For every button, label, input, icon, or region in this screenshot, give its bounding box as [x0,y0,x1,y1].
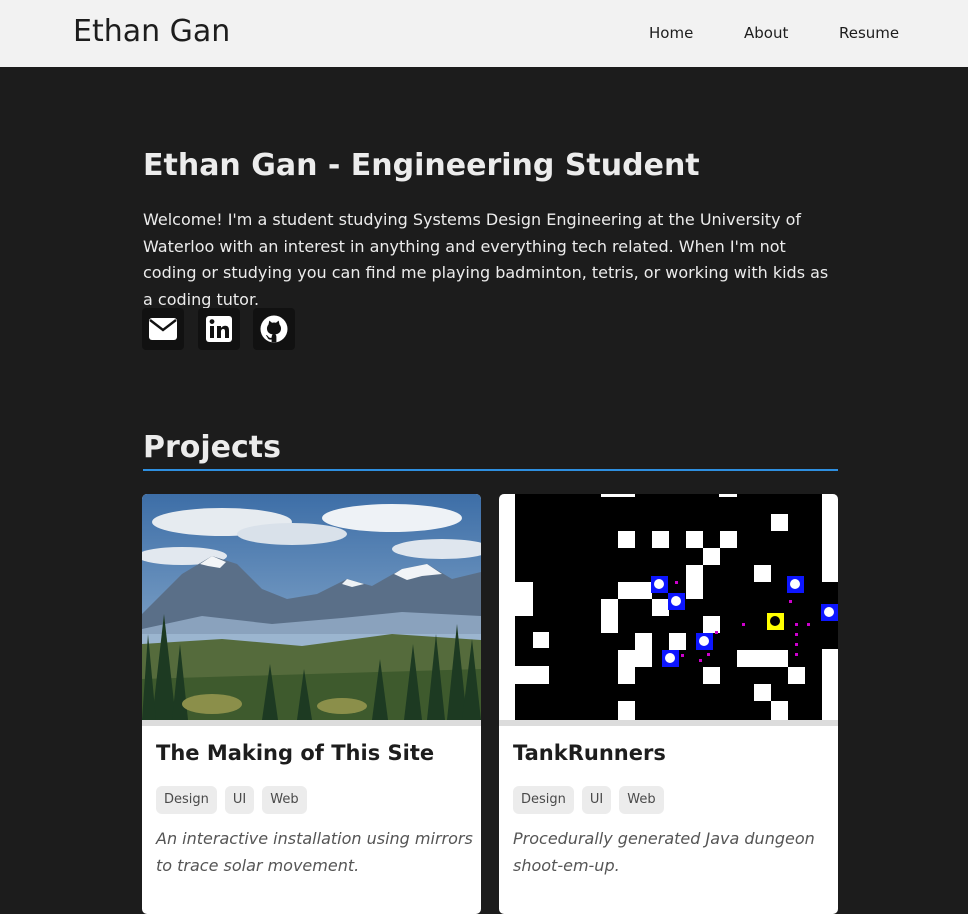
project-card-making-of-site[interactable]: The Making of This Site Design UI Web An… [142,494,481,914]
github-icon [260,315,288,343]
nav-link-about[interactable]: About [744,24,788,42]
tag-ui: UI [581,786,612,814]
tag-design: Design [156,786,217,814]
projects-divider [143,469,838,471]
card-title[interactable]: The Making of This Site [156,741,434,765]
card-description: Procedurally generated Java dungeon shoo… [513,829,815,875]
top-navbar: Ethan Gan Home About Resume [0,0,968,67]
nav-link-home[interactable]: Home [649,24,693,42]
project-card-tankrunners[interactable]: TankRunners Design UI Web Procedurally g… [499,494,838,914]
card-image-border [142,720,481,726]
mountain-landscape-image [142,494,481,720]
tag-ui: UI [224,786,255,814]
card-tags: Design UI Web [513,786,664,814]
card-title[interactable]: TankRunners [513,741,666,765]
hero-intro: Welcome! I'm a student studying Systems … [143,210,829,309]
pixel-game-screenshot [499,494,838,720]
projects-heading: Projects [143,430,282,465]
card-tags: Design UI Web [156,786,307,814]
hero-title: Ethan Gan - Engineering Student [143,148,700,183]
tag-web: Web [619,786,664,814]
email-button[interactable] [142,308,184,350]
card-image-border [499,720,838,726]
linkedin-icon [206,316,232,342]
tag-web: Web [262,786,307,814]
linkedin-button[interactable] [198,308,240,350]
nav-link-resume[interactable]: Resume [839,24,899,42]
envelope-icon [149,318,177,340]
card-description: An interactive installation using mirror… [156,829,473,875]
tag-design: Design [513,786,574,814]
site-brand[interactable]: Ethan Gan [73,14,230,49]
github-button[interactable] [253,308,295,350]
